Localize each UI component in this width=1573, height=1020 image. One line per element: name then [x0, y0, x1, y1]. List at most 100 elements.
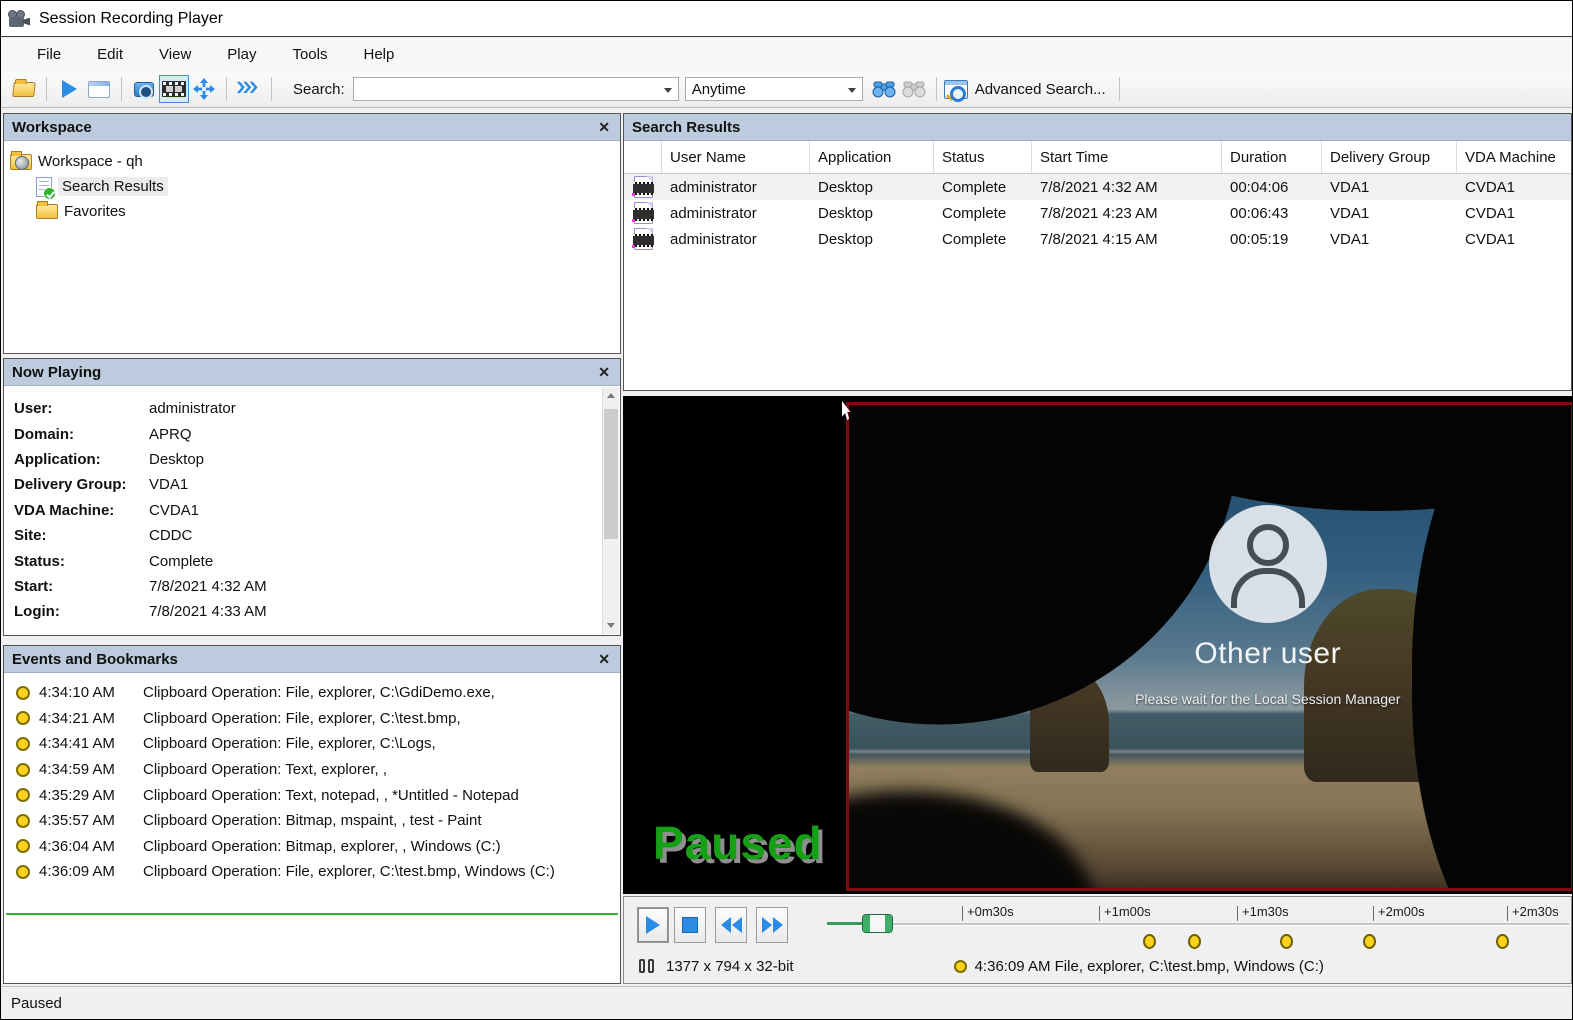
- resolution-text: 1377 x 794 x 32-bit: [666, 958, 794, 975]
- cell-application: Desktop: [810, 231, 934, 248]
- timeline-event-marker[interactable]: [1188, 934, 1201, 949]
- window-icon: [88, 81, 110, 98]
- status-text: Paused: [11, 995, 62, 1012]
- table-row[interactable]: administrator Desktop Complete 7/8/2021 …: [624, 226, 1571, 252]
- menu-edit[interactable]: Edit: [81, 42, 139, 67]
- event-time: 4:34:21 AM: [39, 710, 135, 727]
- cell-delivery-group: VDA1: [1322, 205, 1457, 222]
- timeline-event-marker[interactable]: [1143, 934, 1156, 949]
- timeline-event-marker[interactable]: [1280, 934, 1293, 949]
- paused-state-icon: [639, 959, 654, 973]
- chevron-down-icon[interactable]: [848, 88, 856, 93]
- close-icon[interactable]: ✕: [596, 364, 612, 381]
- favorites-folder-icon: [36, 204, 58, 219]
- close-icon[interactable]: ✕: [596, 119, 612, 136]
- seek-handle[interactable]: [862, 914, 893, 933]
- toolbar-separator: [271, 77, 272, 101]
- menu-tools[interactable]: Tools: [276, 42, 343, 67]
- seek-bar[interactable]: [827, 923, 1569, 925]
- projector-view-button[interactable]: [129, 75, 159, 103]
- menu-file[interactable]: File: [21, 42, 77, 67]
- column-delivery-group[interactable]: Delivery Group: [1322, 141, 1457, 173]
- events-panel: Events and Bookmarks ✕ 4:34:10 AMClipboa…: [3, 645, 621, 984]
- field-value: 7/8/2021 4:33 AM: [149, 603, 267, 620]
- column-application[interactable]: Application: [810, 141, 934, 173]
- tree-item-search-results[interactable]: Search Results: [10, 174, 614, 199]
- playback-area[interactable]: Other user Please wait for the Local Ses…: [623, 396, 1573, 894]
- scrollbar-thumb[interactable]: [604, 409, 618, 539]
- timeline-label: +1m30s: [1242, 904, 1289, 919]
- stop-button[interactable]: [674, 907, 706, 943]
- icon-column-spacer: [624, 141, 662, 173]
- event-row[interactable]: 4:34:59 AMClipboard Operation: Text, exp…: [4, 757, 620, 783]
- field-value: 7/8/2021 4:32 AM: [149, 578, 267, 595]
- window-mode-button[interactable]: [84, 75, 114, 103]
- field-value: CVDA1: [149, 502, 199, 519]
- field-value: CDDC: [149, 527, 192, 544]
- column-vda-machine[interactable]: VDA Machine: [1457, 141, 1571, 173]
- field-label: Delivery Group:: [14, 476, 149, 493]
- event-row[interactable]: 4:34:21 AMClipboard Operation: File, exp…: [4, 706, 620, 732]
- more-buttons-chevron[interactable]: [234, 75, 264, 103]
- scroll-down-icon[interactable]: [603, 617, 619, 634]
- search-input[interactable]: [353, 77, 679, 101]
- tree-item-favorites[interactable]: Favorites: [10, 199, 614, 224]
- time-filter-select[interactable]: Anytime: [685, 77, 863, 101]
- chevron-down-icon[interactable]: [664, 88, 672, 93]
- chevrons-icon: [236, 81, 262, 97]
- filmstrip-view-button[interactable]: [159, 75, 189, 103]
- timeline-event-marker[interactable]: [1363, 934, 1376, 949]
- cell-user: administrator: [662, 179, 810, 196]
- find-stop-button-disabled: [899, 75, 929, 103]
- event-row[interactable]: 4:35:29 AMClipboard Operation: Text, not…: [4, 782, 620, 808]
- event-row[interactable]: 4:34:10 AMClipboard Operation: File, exp…: [4, 680, 620, 706]
- cell-vda-machine: CVDA1: [1457, 205, 1571, 222]
- now-playing-panel: Now Playing ✕ User:administrator Domain:…: [3, 358, 621, 636]
- menu-help[interactable]: Help: [348, 42, 411, 67]
- close-icon[interactable]: ✕: [596, 651, 612, 668]
- fast-forward-button[interactable]: [756, 907, 788, 943]
- tree-item-label: Workspace - qh: [38, 153, 143, 170]
- event-row[interactable]: 4:36:04 AMClipboard Operation: Bitmap, e…: [4, 834, 620, 860]
- open-button[interactable]: [9, 75, 39, 103]
- table-row[interactable]: administrator Desktop Complete 7/8/2021 …: [624, 200, 1571, 226]
- table-row[interactable]: administrator Desktop Complete 7/8/2021 …: [624, 174, 1571, 200]
- field-label: VDA Machine:: [14, 502, 149, 519]
- player-controls: +0m30s +1m00s +1m30s +2m00s +2m30s 1377 …: [623, 896, 1572, 984]
- rewind-button[interactable]: [715, 907, 747, 943]
- field-label: Status:: [14, 553, 149, 570]
- advanced-search-button[interactable]: Advanced Search...: [944, 80, 1112, 99]
- results-table-header: User Name Application Status Start Time …: [624, 141, 1571, 174]
- toolbar-separator: [121, 77, 122, 101]
- event-row-current[interactable]: 4:36:09 AMClipboard Operation: File, exp…: [4, 859, 620, 885]
- column-start-time[interactable]: Start Time: [1032, 141, 1222, 173]
- timeline-tick: [1099, 906, 1100, 921]
- menu-play[interactable]: Play: [211, 42, 272, 67]
- seek-progress: [827, 922, 865, 925]
- event-text: Clipboard Operation: Bitmap, explorer, ,…: [143, 838, 501, 855]
- column-status[interactable]: Status: [934, 141, 1032, 173]
- toolbar-separator: [1119, 77, 1120, 101]
- event-row[interactable]: 4:35:57 AMClipboard Operation: Bitmap, m…: [4, 808, 620, 834]
- events-title: Events and Bookmarks: [12, 651, 178, 668]
- event-time: 4:36:09 AM: [39, 863, 135, 880]
- event-row[interactable]: 4:34:41 AMClipboard Operation: File, exp…: [4, 731, 620, 757]
- play-button[interactable]: [637, 907, 669, 943]
- tree-item-workspace-root[interactable]: Workspace - qh: [10, 149, 614, 174]
- column-duration[interactable]: Duration: [1222, 141, 1322, 173]
- cell-duration: 00:04:06: [1222, 179, 1322, 196]
- column-user-name[interactable]: User Name: [662, 141, 810, 173]
- find-button[interactable]: [869, 75, 899, 103]
- now-playing-scrollbar[interactable]: [602, 387, 619, 634]
- current-event-text: 4:36:09 AM File, explorer, C:\test.bmp, …: [975, 958, 1324, 975]
- play-toolbar-button[interactable]: [54, 75, 84, 103]
- scroll-up-icon[interactable]: [603, 387, 619, 404]
- cell-application: Desktop: [810, 205, 934, 222]
- event-marker-icon: [16, 839, 30, 853]
- play-icon: [62, 80, 77, 98]
- field-value: administrator: [149, 400, 236, 417]
- timeline-event-marker[interactable]: [1496, 934, 1509, 949]
- pan-button[interactable]: [189, 75, 219, 103]
- menu-view[interactable]: View: [143, 42, 207, 67]
- now-playing-panel-header: Now Playing ✕: [4, 359, 620, 386]
